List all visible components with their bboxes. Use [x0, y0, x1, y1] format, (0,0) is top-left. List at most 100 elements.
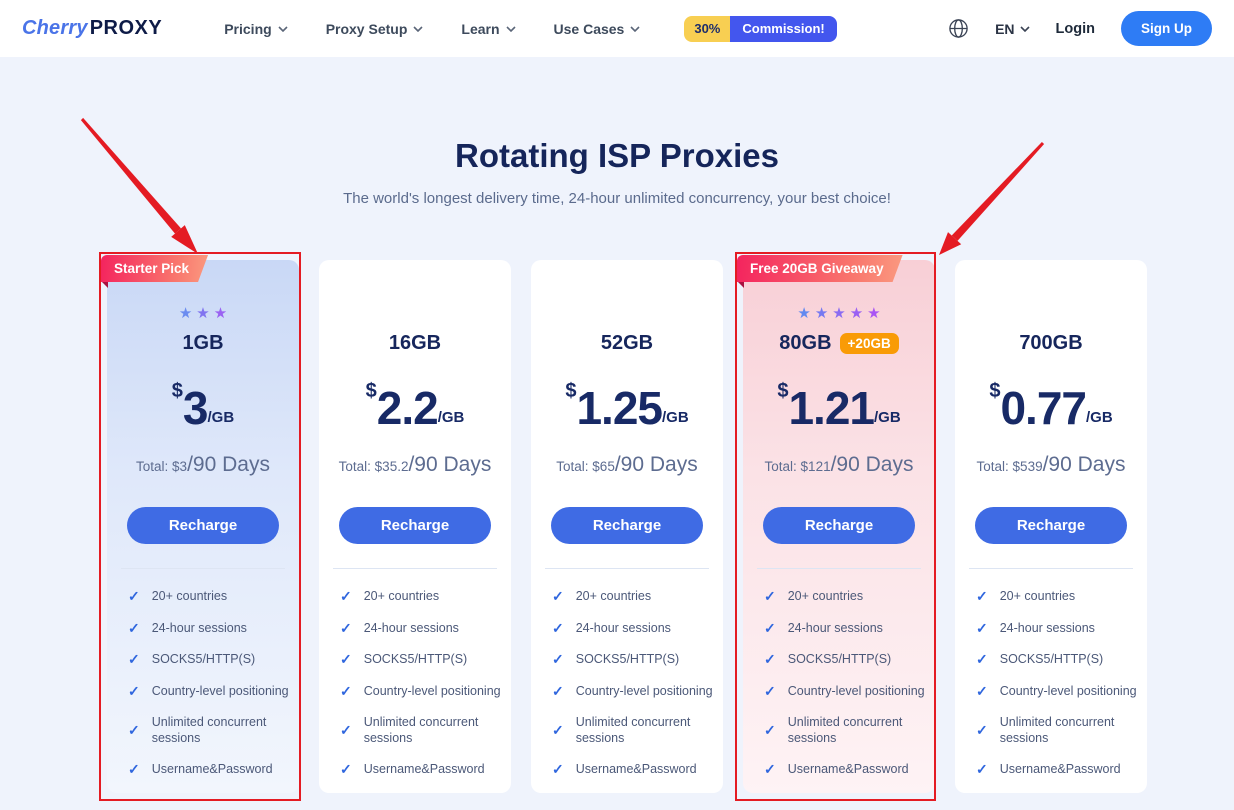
page-subtitle: The world's longest delivery time, 24-ho… — [0, 190, 1234, 207]
feature-list: ✓ 20+ countries ✓ 24-hour sessions ✓ SOC… — [319, 587, 511, 778]
check-icon: ✓ — [976, 587, 988, 605]
check-icon: ✓ — [128, 721, 140, 739]
plan-size: 16GB — [389, 332, 441, 355]
feature-item: ✓ 20+ countries — [340, 587, 505, 605]
feature-label: 20+ countries — [152, 588, 227, 604]
check-icon: ✓ — [764, 721, 776, 739]
check-icon: ✓ — [552, 682, 564, 700]
check-icon: ✓ — [976, 760, 988, 778]
feature-label: 20+ countries — [576, 588, 651, 604]
feature-item: ✓ 20+ countries — [552, 587, 717, 605]
feature-label: Country-level positioning — [152, 683, 289, 699]
price-value: 0.77 — [1000, 387, 1086, 431]
feature-list: ✓ 20+ countries ✓ 24-hour sessions ✓ SOC… — [531, 587, 723, 778]
feature-label: SOCKS5/HTTP(S) — [364, 651, 468, 667]
plan-size-row: 16GB — [319, 330, 511, 357]
feature-item: ✓ Country-level positioning — [128, 682, 293, 700]
price-value: 1.21 — [788, 387, 874, 431]
language-selector[interactable]: EN — [995, 21, 1029, 37]
promo-ribbon: Starter Pick — [101, 255, 208, 282]
commission-badge[interactable]: 30% Commission! — [684, 16, 836, 42]
commission-label: Commission! — [730, 16, 836, 42]
check-icon: ✓ — [340, 682, 352, 700]
feature-item: ✓ 24-hour sessions — [552, 619, 717, 637]
total-line: Total: $65 /90 Days — [531, 453, 723, 479]
check-icon: ✓ — [340, 650, 352, 668]
feature-item: ✓ Username&Password — [976, 760, 1141, 778]
check-icon: ✓ — [128, 650, 140, 668]
feature-item: ✓ 20+ countries — [976, 587, 1141, 605]
recharge-button[interactable]: Recharge — [975, 507, 1127, 544]
feature-label: 20+ countries — [1000, 588, 1075, 604]
hero-section: Rotating ISP Proxies The world's longest… — [0, 137, 1234, 207]
feature-list: ✓ 20+ countries ✓ 24-hour sessions ✓ SOC… — [743, 587, 935, 778]
feature-item: ✓ 24-hour sessions — [340, 619, 505, 637]
currency-symbol: $ — [565, 380, 576, 403]
chevron-down-icon — [1020, 26, 1030, 32]
feature-item: ✓ Country-level positioning — [764, 682, 929, 700]
feature-label: 24-hour sessions — [788, 620, 883, 636]
check-icon: ✓ — [340, 721, 352, 739]
star-icon: ★ — [214, 305, 227, 322]
divider — [969, 568, 1133, 569]
recharge-button[interactable]: Recharge — [763, 507, 915, 544]
logo[interactable]: CherryPROXY — [22, 17, 162, 40]
plan-size-row: 700GB — [955, 330, 1147, 357]
total-period: /90 Days — [187, 453, 270, 477]
star-rating: ★★★ — [107, 304, 299, 324]
feature-item: ✓ Country-level positioning — [552, 682, 717, 700]
ribbon-fold — [737, 281, 744, 288]
recharge-button[interactable]: Recharge — [551, 507, 703, 544]
check-icon: ✓ — [552, 650, 564, 668]
price-unit: /GB — [208, 409, 235, 426]
feature-item: ✓ 24-hour sessions — [976, 619, 1141, 637]
check-icon: ✓ — [764, 650, 776, 668]
star-icon: ★ — [797, 305, 810, 322]
feature-item: ✓ 20+ countries — [128, 587, 293, 605]
login-link[interactable]: Login — [1056, 21, 1095, 37]
feature-item: ✓ Unlimited concurrent sessions — [976, 714, 1141, 747]
chevron-down-icon — [278, 26, 288, 32]
globe-icon[interactable] — [948, 18, 969, 39]
check-icon: ✓ — [976, 619, 988, 637]
check-icon: ✓ — [552, 619, 564, 637]
feature-label: Unlimited concurrent sessions — [364, 714, 505, 747]
check-icon: ✓ — [340, 587, 352, 605]
star-rating — [319, 304, 511, 324]
feature-list: ✓ 20+ countries ✓ 24-hour sessions ✓ SOC… — [955, 587, 1147, 778]
star-rating — [531, 304, 723, 324]
nav-item-proxy-setup[interactable]: Proxy Setup — [326, 21, 424, 37]
check-icon: ✓ — [340, 619, 352, 637]
chevron-down-icon — [506, 26, 516, 32]
divider — [121, 568, 285, 569]
logo-cherry: Cherry — [22, 17, 88, 39]
total-amount: Total: $121 — [765, 459, 831, 474]
total-period: /90 Days — [408, 453, 491, 477]
feature-item: ✓ Country-level positioning — [976, 682, 1141, 700]
signup-button[interactable]: Sign Up — [1121, 11, 1212, 46]
nav-item-use-cases[interactable]: Use Cases — [554, 21, 641, 37]
recharge-button[interactable]: Recharge — [127, 507, 279, 544]
nav-item-pricing[interactable]: Pricing — [224, 21, 287, 37]
feature-item: ✓ SOCKS5/HTTP(S) — [128, 650, 293, 668]
pricing-card: Starter Pick ★★★ 1GB $ 3 /GB Total: $3 /… — [107, 260, 299, 793]
price-unit: /GB — [874, 409, 901, 426]
check-icon: ✓ — [552, 587, 564, 605]
price: $ 2.2 /GB — [319, 381, 511, 431]
price: $ 1.21 /GB — [743, 381, 935, 431]
divider — [545, 568, 709, 569]
check-icon: ✓ — [764, 619, 776, 637]
feature-label: SOCKS5/HTTP(S) — [576, 651, 680, 667]
feature-label: Country-level positioning — [364, 683, 501, 699]
currency-symbol: $ — [989, 380, 1000, 403]
pricing-card: 700GB $ 0.77 /GB Total: $539 /90 Days Re… — [955, 260, 1147, 793]
feature-item: ✓ Username&Password — [340, 760, 505, 778]
recharge-button[interactable]: Recharge — [339, 507, 491, 544]
plan-size: 1GB — [182, 332, 223, 355]
plan-size-row: 80GB +20GB — [743, 330, 935, 357]
feature-label: Username&Password — [1000, 761, 1121, 777]
feature-label: SOCKS5/HTTP(S) — [788, 651, 892, 667]
pricing-card: Free 20GB Giveaway ★★★★★ 80GB +20GB $ 1.… — [743, 260, 935, 793]
check-icon: ✓ — [128, 587, 140, 605]
nav-item-learn[interactable]: Learn — [461, 21, 515, 37]
